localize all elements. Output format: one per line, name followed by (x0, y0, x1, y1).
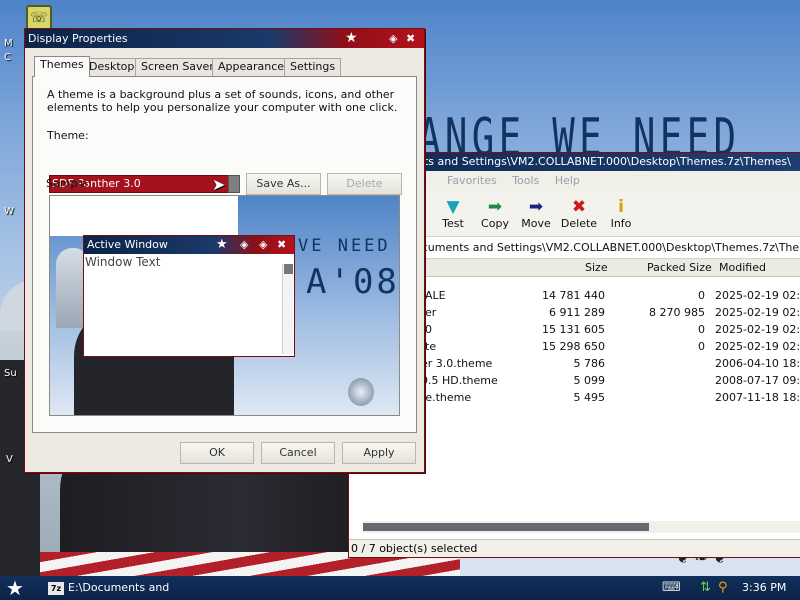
copy-button[interactable]: ➡ Copy (473, 197, 517, 230)
seven-zip-icon: 7z (48, 581, 64, 595)
delete-button[interactable]: ✖ Delete (557, 197, 601, 230)
ok-button[interactable]: OK (180, 442, 254, 464)
test-button[interactable]: ▼ Test (431, 197, 475, 230)
menu-favorites[interactable]: Favorites (447, 174, 497, 187)
display-properties-dialog: Display Properties ★ ◈ ✖ Themes Desktop … (24, 28, 425, 473)
copy-icon: ➡ (487, 197, 503, 217)
menu-tools[interactable]: Tools (512, 174, 539, 187)
delete-theme-button[interactable]: Delete (327, 173, 402, 195)
file-size: 6 911 289 (549, 306, 605, 319)
sample-preview: VE NEED A'08 Active Window ★ ◈ ◈ ✖ Windo… (49, 195, 400, 416)
taskbar-item-7zip[interactable]: 7z E:\Documents and (48, 579, 169, 597)
file-modified: 2025-02-19 02:04 (715, 306, 800, 319)
status-bar: 0 / 7 object(s) selected (349, 539, 800, 557)
desktop-icon-label[interactable]: M (4, 38, 13, 49)
themes-description: A theme is a background plus a set of so… (47, 88, 398, 114)
file-packed-size: 0 (698, 289, 705, 302)
column-packed-size[interactable]: Packed Size (647, 261, 712, 274)
desktop-icon-label[interactable]: C (4, 52, 11, 63)
file-modified: 2008-07-17 09:58 (715, 374, 800, 387)
apply-button[interactable]: Apply (342, 442, 416, 464)
file-modified: 2025-02-19 02:04 (715, 323, 800, 336)
sample-window-title: Active Window (87, 238, 168, 251)
file-modified: 2025-02-19 02:04 (715, 340, 800, 353)
search-tray-icon[interactable]: ⚲ (718, 579, 728, 597)
file-name: ALE (425, 289, 446, 302)
tab-screen-saver[interactable]: Screen Saver (135, 58, 220, 76)
file-modified: 2007-11-18 18:22 (715, 391, 800, 404)
mouse-cursor-icon: ➤ (212, 175, 226, 194)
file-size: 15 131 605 (542, 323, 605, 336)
file-name: 0 (425, 323, 432, 336)
file-size: 5 786 (573, 357, 606, 370)
desktop-icon-label[interactable]: V (6, 454, 13, 465)
scrollbar-thumb[interactable] (363, 523, 649, 531)
tab-settings[interactable]: Settings (284, 58, 342, 76)
column-size[interactable]: Size (585, 261, 608, 274)
sample-active-window: Active Window ★ ◈ ◈ ✖ Window Text (83, 235, 295, 357)
theme-label: Theme: (47, 129, 89, 142)
star-icon: ★ (345, 30, 358, 46)
start-button[interactable]: ★ (6, 577, 24, 599)
horizontal-scrollbar[interactable] (363, 521, 800, 533)
move-button[interactable]: ➡ Move (514, 197, 558, 230)
dialog-title: Display Properties (28, 32, 128, 45)
file-packed-size: 0 (698, 323, 705, 336)
file-name: te.theme (421, 391, 472, 404)
file-size: 5 495 (573, 391, 606, 404)
sample-window-body: Window Text (84, 254, 294, 354)
file-packed-size: 8 270 985 (649, 306, 705, 319)
close-button[interactable]: ✖ (406, 29, 415, 48)
tab-desktop[interactable]: Desktop (83, 58, 141, 76)
delete-icon: ✖ (571, 197, 587, 217)
sample-scrollbar-thumb (284, 264, 293, 274)
column-modified[interactable]: Modified (719, 261, 766, 274)
sample-slogan: VE NEED (298, 236, 391, 256)
info-icon: i (618, 197, 624, 217)
tab-appearance[interactable]: Appearance (212, 58, 291, 76)
file-name: er (425, 306, 437, 319)
desktop-icon-label[interactable]: W (4, 206, 14, 217)
sample-blank-area (50, 196, 238, 236)
file-packed-size: 0 (698, 340, 705, 353)
file-name: te (425, 340, 437, 353)
cancel-button[interactable]: Cancel (261, 442, 335, 464)
file-name: 0.5 HD.theme (421, 374, 498, 387)
file-size: 5 099 (573, 374, 606, 387)
test-icon: ▼ (446, 197, 460, 217)
recycle-bin-icon (348, 378, 374, 406)
minimize-button[interactable]: ◈ (389, 29, 397, 48)
sample-minimize-icon: ◈ (240, 238, 249, 251)
network-tray-icon[interactable]: ⇅ (700, 579, 711, 597)
sample-scrollbar (282, 264, 293, 354)
tab-themes[interactable]: Themes (34, 56, 90, 77)
save-as-button[interactable]: Save As... (246, 173, 321, 195)
dropdown-arrow-icon[interactable] (228, 175, 240, 193)
info-button[interactable]: i Info (599, 197, 643, 230)
sample-window-title-bar: Active Window ★ ◈ ◈ ✖ (84, 236, 294, 254)
keyboard-tray-icon[interactable]: ⌨ (662, 579, 681, 597)
move-icon: ➡ (528, 197, 544, 217)
desktop-icon-label[interactable]: Su (4, 368, 17, 379)
file-modified: 2006-04-10 18:26 (715, 357, 800, 370)
taskbar: ★ 7z E:\Documents and ⌨ ⇅ ⚲ 3:36 PM (0, 576, 800, 600)
file-size: 14 781 440 (542, 289, 605, 302)
file-modified: 2025-02-19 02:04 (715, 289, 800, 302)
sample-window-text: Window Text (85, 255, 161, 269)
sample-label: Sample: (46, 177, 91, 190)
file-name: er 3.0.theme (421, 357, 493, 370)
sample-slogan-year: A'08 (306, 262, 400, 302)
dialog-title-bar[interactable]: Display Properties ★ ◈ ✖ (25, 29, 424, 48)
clock[interactable]: 3:36 PM (742, 579, 786, 597)
sample-maximize-icon: ◈ (259, 238, 268, 251)
sample-close-icon: ✖ (277, 238, 287, 251)
file-size: 15 298 650 (542, 340, 605, 353)
star-icon: ★ (216, 237, 228, 252)
menu-help[interactable]: Help (555, 174, 580, 187)
